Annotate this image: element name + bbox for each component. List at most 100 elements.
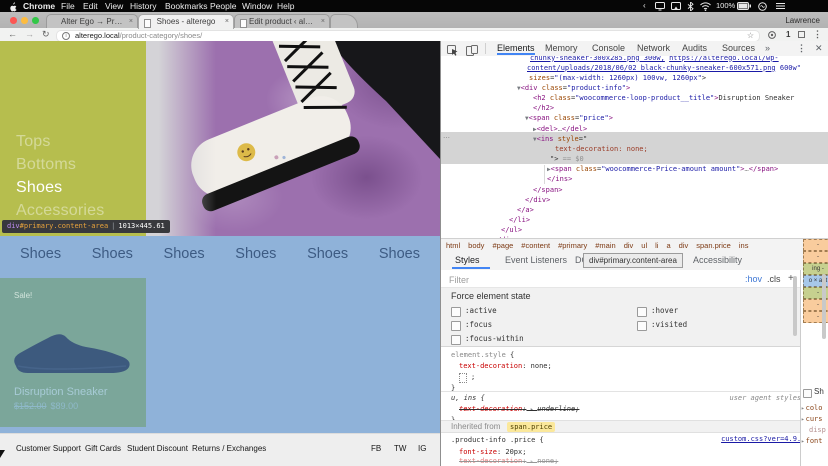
footer-link-returns[interactable]: Returns / Exchanges — [192, 444, 266, 453]
footer-social-ig[interactable]: IG — [418, 444, 426, 453]
extension-square-icon[interactable] — [798, 28, 805, 41]
dom-node[interactable]: ▶<del>…</del> — [533, 124, 587, 134]
crumb-ul[interactable]: ul — [641, 241, 647, 250]
tab-event-listeners[interactable]: Event Listeners — [505, 252, 567, 269]
sidebar-item-bottoms[interactable]: Bottoms — [16, 156, 76, 174]
checkbox-visited[interactable] — [637, 321, 647, 331]
decl-text-decoration-none[interactable]: text-decoration: none; — [459, 361, 552, 371]
reload-icon[interactable]: ↻ — [42, 28, 50, 41]
tab-overflow-icon[interactable]: » — [765, 41, 770, 55]
rule-element-style-selector[interactable]: element.style { — [451, 350, 514, 360]
styles-filter-input[interactable] — [447, 272, 651, 287]
computed-prop-cursor[interactable]: ▸curs — [801, 415, 822, 423]
crumb-div[interactable]: div — [624, 241, 634, 250]
computed-prop-display[interactable]: disp — [809, 426, 826, 434]
tab-console[interactable]: Console — [592, 41, 625, 55]
styles-scrollbar-thumb[interactable] — [793, 276, 797, 336]
tab-network[interactable]: Network — [637, 41, 670, 55]
crumb-div2[interactable]: div — [679, 241, 689, 250]
browser-tab-shoes-active[interactable]: Shoes - alterego × — [138, 14, 234, 29]
node-options-dots-icon[interactable]: ⋯ — [443, 134, 450, 144]
dom-node[interactable]: "> == $0 — [550, 154, 584, 164]
apple-menu-icon[interactable] — [9, 0, 17, 12]
menubar-item-view[interactable]: View — [105, 0, 123, 12]
bluetooth-icon[interactable] — [687, 0, 694, 12]
crumb-body[interactable]: body — [468, 241, 484, 250]
back-icon[interactable]: ← — [8, 28, 17, 41]
extension-badge[interactable]: 1 — [786, 28, 790, 41]
tab-sources[interactable]: Sources — [722, 41, 755, 55]
tab-close-icon[interactable]: × — [321, 15, 325, 28]
browser-menu-icon[interactable]: ⋮ — [813, 28, 822, 41]
dom-node[interactable]: <h2 class="woocommerce-loop-product__tit… — [533, 93, 794, 103]
dom-node[interactable]: </li> — [509, 215, 530, 225]
decl-text-decoration-none-overridden[interactable]: text-decoration: ▸ none; — [459, 456, 558, 466]
checkbox-focus-within[interactable] — [451, 335, 461, 345]
show-all-checkbox[interactable] — [803, 389, 812, 398]
tab-memory[interactable]: Memory — [545, 41, 578, 55]
expand-icon[interactable]: ▸ — [801, 416, 805, 423]
menubar-item-file[interactable]: File — [61, 0, 75, 12]
menubar-app-name[interactable]: Chrome — [23, 0, 55, 12]
dom-node[interactable]: sizes="(max-width: 1260px) 100vw, 1260px… — [529, 73, 706, 83]
menubar-item-help[interactable]: Help — [277, 0, 294, 12]
pseudo-state-toggle[interactable]: :hov — [745, 270, 762, 288]
battery-icon[interactable] — [737, 0, 751, 12]
dom-node[interactable]: text-decoration: none; — [555, 144, 648, 154]
crumb-main[interactable]: #main — [595, 241, 615, 250]
devtools-menu-icon[interactable]: ⋮ — [797, 41, 806, 55]
menubar-item-history[interactable]: History — [130, 0, 156, 12]
inherited-node-chip[interactable]: span.price — [507, 422, 555, 432]
class-toggle[interactable]: .cls — [767, 270, 781, 288]
product-card-disruption-sneaker[interactable]: Sale! Disruption Sneaker $152.00$89.00 — [0, 278, 146, 427]
crumb-content[interactable]: #content — [521, 241, 550, 250]
tab-audits[interactable]: Audits — [682, 41, 707, 55]
checkbox-active[interactable] — [451, 307, 461, 317]
tab-close-icon[interactable]: × — [129, 15, 133, 28]
checkbox-focus[interactable] — [451, 321, 461, 331]
footer-social-fb[interactable]: FB — [371, 444, 381, 453]
dom-node-selected[interactable]: ▼<ins style=" — [533, 134, 587, 144]
sidebar-item-shoes[interactable]: Shoes — [16, 179, 62, 197]
tab-close-icon[interactable]: × — [225, 15, 229, 28]
menubar-item-bookmarks[interactable]: Bookmarks — [165, 0, 208, 12]
footer-link-gift-cards[interactable]: Gift Cards — [85, 444, 121, 453]
browser-tab-project-guide[interactable]: Alter Ego → Project Guide × — [46, 14, 138, 29]
dom-node[interactable]: </a> — [517, 205, 534, 215]
dom-node[interactable]: chunky-sneaker-300x285.png 300w, https:/… — [530, 56, 779, 63]
expand-icon[interactable]: ▸ — [801, 438, 805, 445]
display-icon[interactable] — [655, 0, 665, 12]
menubar-item-window[interactable]: Window — [242, 0, 272, 12]
siri-icon[interactable] — [758, 0, 767, 12]
chevron-left-icon[interactable]: ‹ — [643, 0, 646, 12]
menubar-item-edit[interactable]: Edit — [83, 0, 98, 12]
crumb-html[interactable]: html — [446, 241, 460, 250]
sidebar-item-tops[interactable]: Tops — [16, 133, 51, 151]
dom-node[interactable]: </div> — [525, 195, 550, 205]
dom-node[interactable]: </span> — [533, 185, 563, 195]
wifi-icon[interactable] — [700, 0, 711, 12]
devtools-close-icon[interactable]: ✕ — [815, 41, 823, 55]
footer-social-tw[interactable]: TW — [394, 444, 406, 453]
decl-text-decoration-underline[interactable]: text-decoration: ▸ underline; — [459, 404, 579, 415]
checkbox-hover[interactable] — [637, 307, 647, 317]
screen-mirroring-icon[interactable] — [671, 0, 681, 12]
page-info-icon[interactable]: i — [62, 32, 70, 40]
crumb-page[interactable]: #page — [492, 241, 513, 250]
computed-scrollbar-thumb[interactable] — [822, 274, 826, 339]
footer-link-student-discount[interactable]: Student Discount — [127, 444, 188, 453]
crumb-span-price[interactable]: span.price — [696, 241, 731, 250]
expand-icon[interactable]: ▸ — [801, 405, 805, 412]
browser-tab-edit-product[interactable]: Edit product ‹ alterego — Wo × — [234, 14, 330, 29]
forward-icon[interactable]: → — [25, 28, 34, 41]
dom-node[interactable]: ▶<span class="woocommerce-Price-amount a… — [547, 164, 778, 174]
new-tab-button[interactable] — [330, 14, 358, 29]
rule-product-price-selector[interactable]: .product-info .price { — [451, 435, 544, 445]
notification-center-icon[interactable] — [776, 0, 785, 12]
profile-name-button[interactable]: Lawrence — [785, 14, 820, 28]
footer-link-customer-support[interactable]: Customer Support — [16, 444, 81, 453]
computed-prop-font[interactable]: ▸font — [801, 437, 822, 445]
minimize-window-button[interactable] — [21, 17, 28, 24]
zoom-window-button[interactable] — [32, 17, 39, 24]
url-omnibox[interactable]: i alterego.local/product-category/shoes/… — [56, 30, 760, 42]
